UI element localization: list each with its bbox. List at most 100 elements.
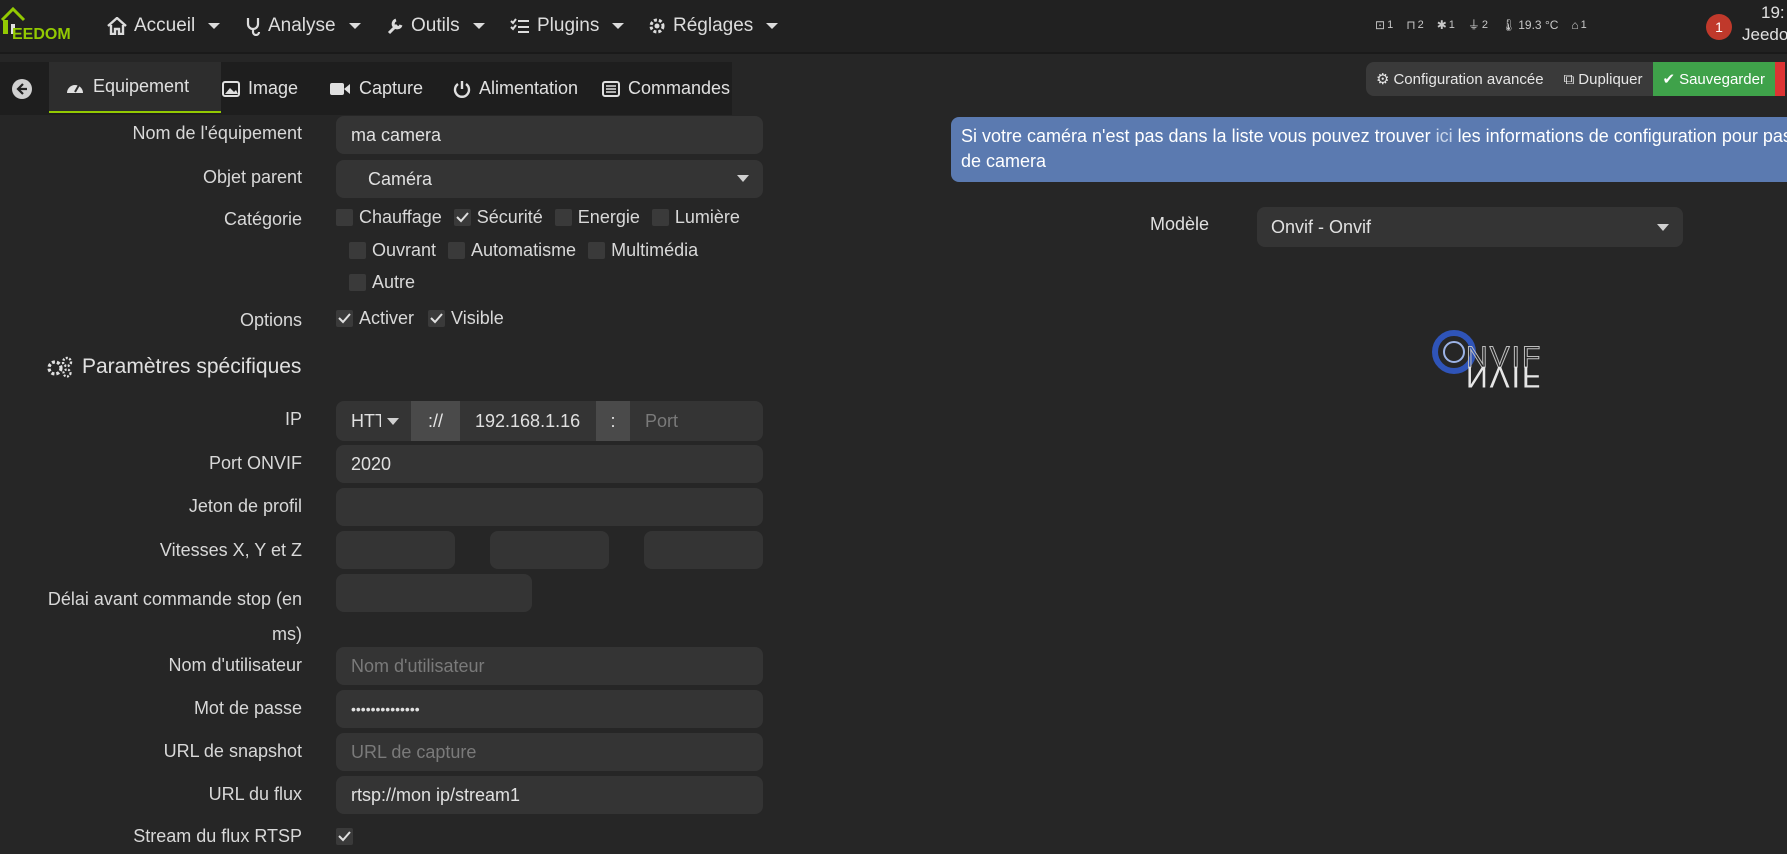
snapshot-input[interactable]: URL de capture [336, 733, 763, 771]
password-label: Mot de passe [193, 698, 302, 718]
nav-reglages-label: Réglages [673, 15, 754, 36]
profile-token-label: Jeton de profil [188, 496, 302, 516]
checkbox[interactable] [349, 242, 366, 259]
advanced-config-button[interactable]: ⚙ Configuration avancée [1366, 62, 1554, 96]
category-autre-label: Autre [372, 272, 416, 292]
category-autre[interactable]: Autre [349, 272, 415, 293]
parent-select[interactable]: Caméra [336, 160, 763, 198]
list-icon [602, 80, 620, 97]
power-icon [453, 80, 471, 98]
option-activer-label: Activer [359, 308, 415, 328]
rtsp-stream-label: Stream du flux RTSP [133, 826, 302, 846]
chevron-down-icon [766, 23, 779, 29]
ip-address-input[interactable]: 192.168.1.16 [460, 401, 596, 441]
logo-text: EEDOM [12, 26, 71, 43]
checkbox[interactable] [448, 242, 466, 259]
category-securite[interactable]: Sécurité [453, 207, 543, 228]
snapshot-label: URL de snapshot [163, 741, 302, 761]
category-multimedia[interactable]: Multimédia [588, 240, 698, 261]
nav-outils[interactable]: Outils [386, 0, 485, 52]
stop-delay-label-line1: Délai avant commande stop (en [47, 589, 302, 609]
svg-text:NVIF: NVIF [1466, 360, 1542, 393]
profile-token-input[interactable] [336, 488, 763, 526]
model-label: Modèle [1150, 214, 1210, 234]
stop-delay-label: Délai avant commande stop (en ms) [22, 582, 302, 652]
model-select-value: Onvif - Onvif [1271, 216, 1372, 237]
rtsp-stream-checkbox[interactable] [336, 826, 353, 847]
checkbox[interactable] [588, 242, 606, 259]
stop-delay-input[interactable] [336, 574, 532, 612]
summary-plug[interactable]: ⏚ 2 [1468, 16, 1488, 33]
stream-url-input[interactable]: rtsp://mon ip/stream1 [336, 776, 763, 814]
category-row-1: Chauffage Sécurité Energie Lumière [336, 207, 740, 228]
password-input[interactable]: •••••••••••••• [336, 690, 763, 728]
protocol-select[interactable]: HTTP [336, 401, 411, 441]
check-icon [430, 313, 443, 324]
summary-door[interactable]: ⊡ 1 [1375, 18, 1393, 32]
options-label: Options [239, 310, 302, 330]
category-row-3: Autre [349, 272, 415, 296]
category-energie[interactable]: Energie [554, 207, 640, 228]
tab-commandes[interactable]: Commandes [586, 62, 746, 115]
checkbox[interactable] [336, 209, 353, 226]
username-input[interactable]: Nom d'utilisateur [336, 647, 763, 685]
checkbox[interactable] [651, 209, 669, 226]
category-automatisme[interactable]: Automatisme [448, 240, 576, 261]
model-select[interactable]: Onvif - Onvif [1257, 207, 1683, 247]
checkbox-checked[interactable] [336, 310, 353, 327]
category-ouvrant-label: Ouvrant [372, 240, 437, 260]
category-lumiere[interactable]: Lumière [651, 207, 740, 228]
clock-user[interactable]: 19: Jeedo [1742, 2, 1787, 46]
checkbox[interactable] [554, 209, 572, 226]
info-link[interactable]: ici [1436, 126, 1453, 146]
option-activer[interactable]: Activer [336, 308, 414, 329]
duplicate-label: Dupliquer [1578, 70, 1643, 88]
delete-button[interactable] [1774, 62, 1785, 96]
category-chauffage[interactable]: Chauffage [336, 207, 442, 228]
info-text-before: Si votre caméra n'est pas dans la liste … [961, 126, 1436, 146]
tasks-icon [510, 18, 529, 33]
nav-plugins[interactable]: Plugins [510, 0, 625, 52]
summary-garage[interactable]: ⌂ 1 [1571, 18, 1586, 32]
checkbox-checked[interactable] [453, 209, 471, 226]
protocol-value: HTTP [351, 410, 381, 431]
duplicate-button[interactable]: ⧉ Dupliquer [1553, 62, 1653, 96]
nav-plugins-label: Plugins [537, 15, 600, 36]
thermometer-icon: 🌡 [1501, 17, 1517, 32]
category-securite-label: Sécurité [476, 207, 543, 227]
checkbox[interactable] [349, 274, 366, 291]
back-button[interactable] [12, 79, 32, 99]
speed-y-input[interactable] [490, 531, 609, 569]
save-button[interactable]: ✔ Sauvegarder [1652, 62, 1775, 96]
jeedom-logo[interactable]: EEDOM [0, 6, 82, 46]
port-input[interactable]: Port [630, 401, 763, 441]
stop-delay-label-line2: ms) [272, 624, 302, 644]
nav-analyse[interactable]: Analyse [245, 0, 361, 52]
nav-accueil[interactable]: Accueil [107, 0, 221, 52]
onvif-port-input[interactable]: 2020 [336, 445, 763, 483]
tab-alimentation[interactable]: Alimentation [437, 62, 594, 115]
tab-equipement[interactable]: Equipement [49, 62, 221, 113]
summary-window[interactable]: ⊓ 2 [1406, 18, 1424, 32]
cog-icon [649, 18, 665, 34]
notification-badge[interactable]: 1 [1706, 14, 1732, 40]
options-row: Activer Visible [336, 308, 504, 329]
speed-z-input[interactable] [644, 531, 763, 569]
checkbox-checked[interactable] [428, 310, 446, 327]
onvif-port-label: Port ONVIF [208, 453, 302, 473]
info-alert: Si votre caméra n'est pas dans la liste … [951, 117, 1787, 182]
summary-light[interactable]: ✱ 1 [1437, 18, 1455, 32]
chevron-down-icon [612, 23, 625, 29]
checkbox-checked[interactable] [336, 828, 353, 845]
tab-image[interactable]: Image [206, 62, 314, 115]
name-input[interactable]: ma camera [336, 116, 763, 154]
option-visible[interactable]: Visible [428, 308, 504, 329]
speed-x-input[interactable] [336, 531, 455, 569]
tab-equipement-label: Equipement [93, 76, 190, 96]
summary-temperature[interactable]: 🌡 19.3 °C [1501, 18, 1558, 32]
nav-reglages[interactable]: Réglages [648, 0, 779, 52]
info-text-after: les informations de configuration pour p… [1452, 126, 1787, 146]
check-icon [338, 831, 351, 842]
tab-capture[interactable]: Capture [313, 62, 439, 115]
category-ouvrant[interactable]: Ouvrant [349, 240, 436, 261]
